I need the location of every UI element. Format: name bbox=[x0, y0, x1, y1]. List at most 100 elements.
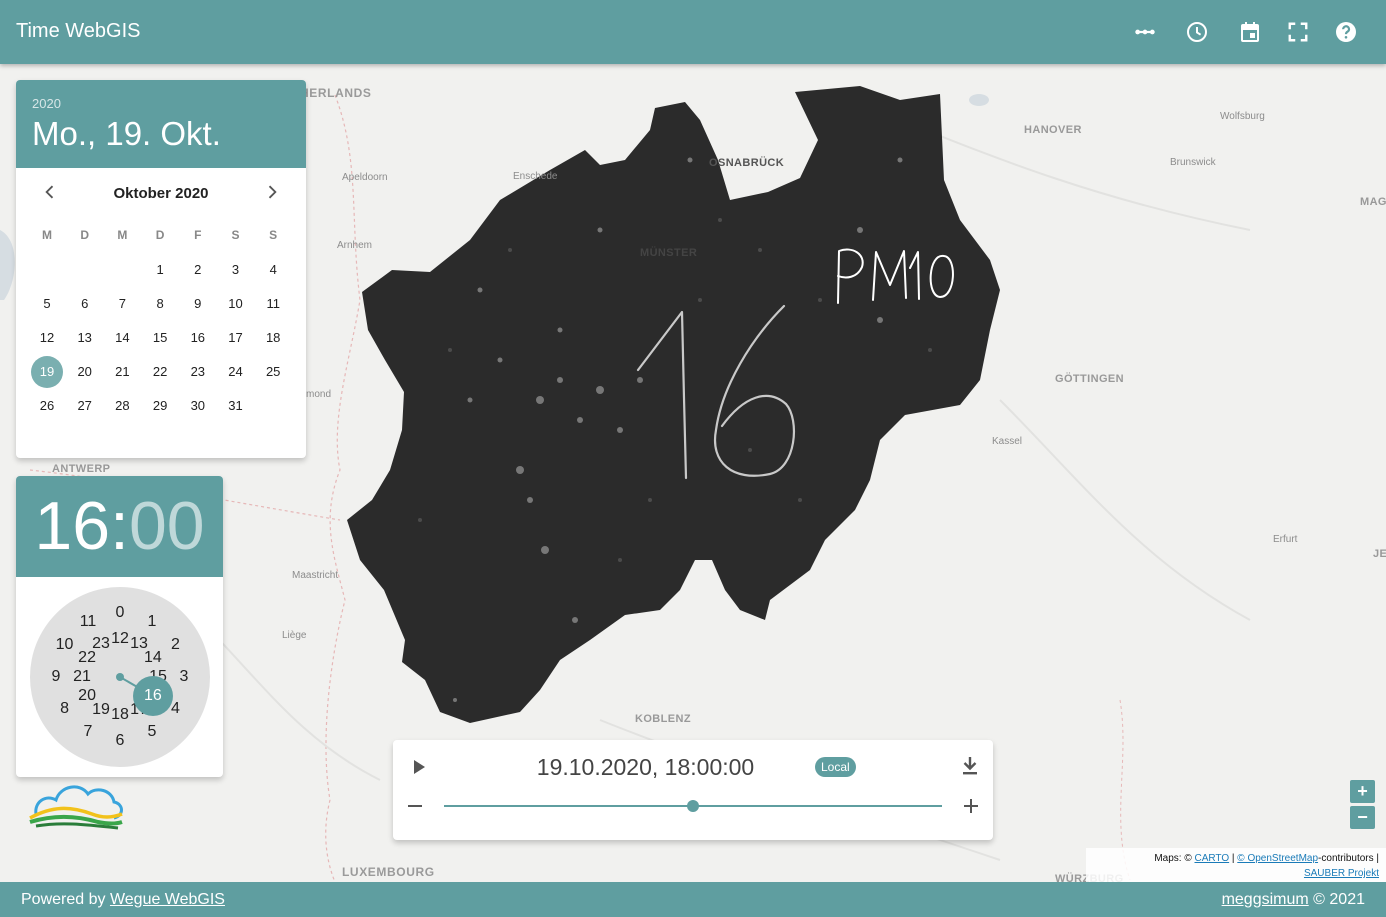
calendar-day[interactable]: 21 bbox=[106, 356, 138, 388]
calendar-day[interactable]: 13 bbox=[69, 322, 101, 354]
calendar-day[interactable]: 25 bbox=[257, 356, 289, 388]
calendar-day[interactable]: 1 bbox=[144, 254, 176, 286]
time-picker-header: 16:00 bbox=[16, 476, 223, 577]
time-slider-panel: 19.10.2020, 18:00:00 Local bbox=[393, 740, 993, 840]
download-icon[interactable] bbox=[958, 754, 982, 778]
calendar-day[interactable]: 18 bbox=[257, 322, 289, 354]
clock-hour[interactable]: 5 bbox=[137, 723, 167, 741]
map-label-antwerp: ANTWERP bbox=[52, 463, 111, 475]
calendar-day[interactable]: 16 bbox=[182, 322, 214, 354]
map-label-maastricht: Maastricht bbox=[292, 570, 339, 581]
osm-link[interactable]: © OpenStreetMap bbox=[1237, 853, 1318, 864]
calendar-day[interactable]: 7 bbox=[106, 288, 138, 320]
calendar-day[interactable]: 10 bbox=[220, 288, 252, 320]
map-label-mag: MAG bbox=[1360, 196, 1386, 208]
calendar-day[interactable]: 14 bbox=[106, 322, 138, 354]
clock-hour[interactable]: 6 bbox=[105, 732, 135, 750]
time-separator: : bbox=[110, 488, 129, 564]
minus-icon[interactable] bbox=[403, 794, 427, 818]
calendar-day[interactable]: 27 bbox=[69, 390, 101, 422]
footer-left: Powered by Wegue WebGIS bbox=[21, 891, 225, 909]
time-picker-button[interactable] bbox=[1181, 16, 1213, 48]
weekday-header: M bbox=[117, 228, 128, 242]
time-hour[interactable]: 16 bbox=[34, 488, 110, 564]
date-picker-year[interactable]: 2020 bbox=[32, 96, 290, 111]
date-picker-header: 2020 Mo., 19. Okt. bbox=[16, 80, 306, 168]
layers-menu-button[interactable] bbox=[1129, 16, 1161, 48]
clock-hour[interactable]: 20 bbox=[72, 687, 102, 705]
calendar-day[interactable]: 12 bbox=[31, 322, 63, 354]
map-label-mond: mond bbox=[306, 389, 332, 400]
clock-hour[interactable]: 11 bbox=[73, 613, 103, 631]
fullscreen-icon bbox=[1288, 22, 1308, 42]
clock-hour[interactable]: 3 bbox=[169, 668, 199, 686]
time-slider-thumb[interactable] bbox=[687, 800, 699, 812]
calendar-day[interactable]: 6 bbox=[69, 288, 101, 320]
map-label-netherlands: HERLANDS bbox=[300, 86, 372, 100]
weekday-header: S bbox=[269, 228, 278, 242]
copyright-text: © 2021 bbox=[1313, 891, 1365, 908]
calendar-day[interactable]: 15 bbox=[144, 322, 176, 354]
calendar-day[interactable]: 9 bbox=[182, 288, 214, 320]
month-navigation: Oktober 2020 bbox=[16, 168, 306, 216]
meggsimum-link[interactable]: meggsimum bbox=[1222, 891, 1309, 908]
clock-hour[interactable]: 23 bbox=[86, 635, 116, 653]
wegue-link[interactable]: Wegue WebGIS bbox=[110, 891, 225, 908]
map-label-hanover: HANOVER bbox=[1024, 124, 1082, 136]
clock-hour-selected[interactable]: 16 bbox=[132, 676, 173, 716]
zoom-in-button[interactable]: + bbox=[1350, 780, 1375, 803]
clock-hour[interactable]: 14 bbox=[138, 649, 168, 667]
help-button[interactable] bbox=[1330, 16, 1362, 48]
clock-hour[interactable]: 21 bbox=[67, 668, 97, 686]
calendar-day[interactable]: 3 bbox=[220, 254, 252, 286]
map-label-arnhem: Arnhem bbox=[337, 240, 373, 251]
clock-hour[interactable]: 0 bbox=[105, 604, 135, 622]
calendar-day[interactable]: 23 bbox=[182, 356, 214, 388]
calendar-day[interactable]: 31 bbox=[220, 390, 252, 422]
fullscreen-button[interactable] bbox=[1282, 16, 1314, 48]
date-picker-selected-date[interactable]: Mo., 19. Okt. bbox=[32, 115, 290, 153]
calendar-day-selected[interactable]: 19 bbox=[31, 356, 63, 388]
map-label-muenster: MÜNSTER bbox=[640, 247, 698, 259]
calendar-day[interactable]: 4 bbox=[257, 254, 289, 286]
calendar-day[interactable]: 22 bbox=[144, 356, 176, 388]
clock-face[interactable]: 0123456789101112131415161718192021222316 bbox=[30, 587, 210, 767]
sauber-project-link[interactable]: SAUBER Projekt bbox=[1304, 868, 1379, 879]
app-footer: Powered by Wegue WebGIS meggsimum © 2021 bbox=[0, 882, 1386, 917]
weekday-header: M bbox=[42, 228, 52, 242]
calendar-day[interactable]: 11 bbox=[257, 288, 289, 320]
app-title: Time WebGIS bbox=[16, 20, 141, 42]
map-label-apeldoorn: Apeldoorn bbox=[342, 172, 388, 183]
carto-link[interactable]: CARTO bbox=[1194, 853, 1229, 864]
timezone-chip[interactable]: Local bbox=[815, 757, 856, 777]
calendar-day[interactable]: 8 bbox=[144, 288, 176, 320]
attribution-prefix: Maps: © bbox=[1154, 853, 1192, 864]
calendar-day[interactable]: 5 bbox=[31, 288, 63, 320]
calendar-day[interactable]: 20 bbox=[69, 356, 101, 388]
calendar-day[interactable]: 2 bbox=[182, 254, 214, 286]
clock-hour[interactable]: 7 bbox=[73, 723, 103, 741]
calendar-day[interactable]: 17 bbox=[220, 322, 252, 354]
map-label-osnabrueck: OSNABRÜCK bbox=[709, 157, 785, 169]
calendar-day[interactable]: 30 bbox=[182, 390, 214, 422]
map-label-erfurt: Erfurt bbox=[1273, 534, 1298, 545]
calendar-day[interactable]: 28 bbox=[106, 390, 138, 422]
zoom-out-button[interactable]: − bbox=[1350, 806, 1375, 829]
chevron-right-icon[interactable] bbox=[262, 182, 282, 202]
clock-icon bbox=[1187, 22, 1207, 42]
sauber-logo bbox=[29, 785, 123, 830]
time-picker: 16:00 0123456789101112131415161718192021… bbox=[16, 476, 223, 777]
map-label-wolfsburg: Wolfsburg bbox=[1220, 111, 1265, 122]
map-label-brunswick: Brunswick bbox=[1170, 157, 1216, 168]
calendar-day[interactable]: 29 bbox=[144, 390, 176, 422]
time-minute[interactable]: 00 bbox=[129, 488, 205, 564]
calendar-day[interactable]: 26 bbox=[31, 390, 63, 422]
clock-hour[interactable]: 1 bbox=[137, 613, 167, 631]
calendar-day[interactable]: 24 bbox=[220, 356, 252, 388]
date-picker: 2020 Mo., 19. Okt. Oktober 2020 M D M D F S S 1… bbox=[16, 80, 306, 458]
attribution-contributors: -contributors | bbox=[1318, 853, 1379, 864]
plus-icon[interactable] bbox=[959, 794, 983, 818]
date-picker-button[interactable] bbox=[1234, 16, 1266, 48]
map-label-goettingen: GÖTTINGEN bbox=[1055, 373, 1124, 385]
app-toolbar: Time WebGIS bbox=[0, 0, 1386, 64]
